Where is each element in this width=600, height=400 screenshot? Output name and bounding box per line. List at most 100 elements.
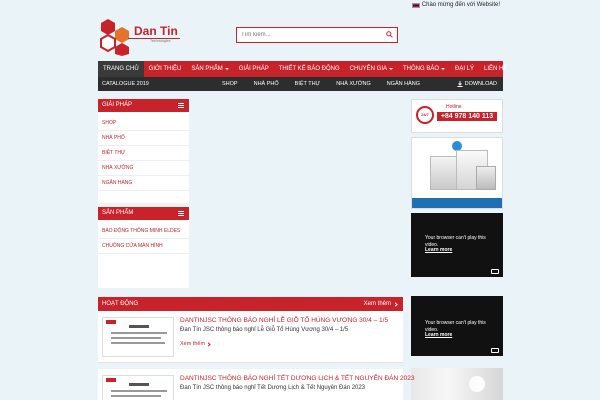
search-icon[interactable] <box>386 31 393 38</box>
menu-icon[interactable] <box>178 211 184 216</box>
view-more-label: Xem thêm <box>363 301 391 307</box>
right-sidebar: 24/7 Hotline +84 978 140 113 Your browse… <box>411 99 503 277</box>
main-nav: Trang chủ Giới thiệu Sản phẩm Giải pháp … <box>98 61 507 77</box>
thumbnail-heading <box>129 325 149 328</box>
product-image <box>476 166 496 190</box>
support-247-icon: 24/7 <box>416 106 434 124</box>
video-error-line: Your browser can't play this <box>425 235 486 241</box>
nav-item-chuyen-gia[interactable]: Chuyên gia <box>345 61 398 77</box>
learn-more-link[interactable]: Learn more <box>425 247 452 253</box>
hexagon-logo-icon <box>100 19 129 56</box>
products-panel: Sản phẩm Báo động thông minh Eldes Chuôn… <box>98 207 189 288</box>
sidebar-item-eldes[interactable]: Báo động thông minh Eldes <box>98 224 189 239</box>
read-more-label: Xem thêm <box>180 341 206 347</box>
video-player-2[interactable]: Your browser can't play this video. Lear… <box>411 296 503 356</box>
nav-label: Trang chủ <box>103 66 139 72</box>
nav-item-thiet-ke-bao-dong[interactable]: Thiết kế báo động <box>274 61 345 77</box>
interior-banner-image[interactable] <box>411 368 503 400</box>
nav-label: Giải pháp <box>238 66 269 72</box>
hotline-number: +84 978 140 113 <box>437 112 497 121</box>
activity-header: Hoạt động Xem thêm <box>98 297 403 311</box>
thumbnail-logo <box>106 378 116 382</box>
section-title: Hoạt động <box>102 301 139 307</box>
news-title[interactable]: DANTINJSC THÔNG BÁO NGHỈ LỄ GIỖ TỔ HÙNG … <box>180 317 388 324</box>
product-banner-strip <box>412 198 502 208</box>
download-link[interactable]: DOWNLOAD <box>457 81 497 87</box>
news-thumbnail[interactable] <box>102 317 174 357</box>
subnav-link-ngan-hang[interactable]: NGÂN HÀNG <box>379 81 428 87</box>
welcome-message: Chào mừng đến với Website! <box>411 2 500 8</box>
news-read-more[interactable]: Xem thêm <box>180 341 211 347</box>
left-sidebar: Giải pháp Shop Nhà phố Biệt thự Nhà xưởn… <box>98 99 189 292</box>
chevron-down-icon <box>224 68 229 70</box>
sidebar-item-nha-xuong[interactable]: Nhà xưởng <box>98 161 189 176</box>
youtube-icon[interactable] <box>491 348 499 353</box>
chevron-right-icon <box>206 341 211 347</box>
subnav-link-nha-xuong[interactable]: NHÀ XƯỞNG <box>328 81 378 87</box>
welcome-text: Chào mừng đến với Website! <box>421 2 500 8</box>
solutions-header[interactable]: Giải pháp <box>98 99 189 112</box>
nav-item-dai-ly[interactable]: Đại lý <box>450 61 479 77</box>
thumbnail-heading <box>129 383 149 386</box>
search-input[interactable] <box>237 28 377 42</box>
nav-label: Thiết kế báo động <box>278 66 340 72</box>
nav-label: Liên hệ <box>484 66 508 72</box>
download-icon <box>457 81 463 87</box>
catalogue-link[interactable]: CATALOGUE 2019 <box>102 81 149 87</box>
solutions-panel: Giải pháp Shop Nhà phố Biệt thự Nhà xưởn… <box>98 99 189 203</box>
thumbnail-text <box>111 395 161 397</box>
search-box <box>236 27 398 43</box>
subnav-link-biet-thu[interactable]: BIỆT THỰ <box>287 81 329 87</box>
sub-nav: CATALOGUE 2019 SHOP NHÀ PHỐ BIỆT THỰ NHÀ… <box>98 77 503 91</box>
sidebar-item-chuong-cua[interactable]: Chuông cửa màn hình <box>98 239 189 254</box>
download-label: DOWNLOAD <box>464 81 497 87</box>
brand-name: Dan Tin <box>134 24 178 38</box>
subnav-link-nha-pho[interactable]: NHÀ PHỐ <box>246 81 287 87</box>
products-header[interactable]: Sản phẩm <box>98 207 189 220</box>
nav-item-giai-phap[interactable]: Giải pháp <box>234 61 274 77</box>
subnav-link-shop[interactable]: SHOP <box>214 81 246 87</box>
thumbnail-logo <box>106 320 116 324</box>
news-description: Đan Tín JSC thông báo nghỉ Tết Dương Lịc… <box>180 385 366 391</box>
uk-flag-icon[interactable] <box>411 2 420 8</box>
logo[interactable]: Dan Tin Technologies <box>98 18 188 58</box>
nav-label: Thông báo <box>403 66 440 72</box>
news-title[interactable]: DANTINJSC THÔNG BÁO NGHỈ TẾT DƯƠNG LỊCH … <box>180 375 414 382</box>
youtube-icon[interactable] <box>491 269 499 274</box>
hotline-label: Hotline <box>446 104 462 110</box>
nav-label: Đại lý <box>455 66 475 72</box>
solutions-list: Shop Nhà phố Biệt thự Nhà xưởng Ngân hàn… <box>98 112 189 203</box>
sidebar-item-biet-thu[interactable]: Biệt thự <box>98 146 189 161</box>
brand-tagline: Technologies <box>150 39 171 43</box>
menu-icon[interactable] <box>178 103 184 108</box>
nav-item-gioi-thieu[interactable]: Giới thiệu <box>144 61 187 77</box>
panel-title: Sản phẩm <box>102 210 134 216</box>
nav-item-san-pham[interactable]: Sản phẩm <box>186 61 233 77</box>
nav-label: Giới thiệu <box>148 66 182 72</box>
subnav-links: SHOP NHÀ PHỐ BIỆT THỰ NHÀ XƯỞNG NGÂN HÀN… <box>214 81 428 87</box>
video-player[interactable]: Your browser can't play this video. Lear… <box>411 213 503 277</box>
sidebar-item-ngan-hang[interactable]: Ngân hàng <box>98 176 189 191</box>
news-description: Đan Tín JSC thông báo nghỉ Lễ Giỗ Tổ Hùn… <box>180 327 349 333</box>
nav-item-trang-chu[interactable]: Trang chủ <box>98 61 144 77</box>
header: Dan Tin Technologies <box>98 14 500 60</box>
nav-label: Sản phẩm <box>191 66 223 72</box>
view-more-link[interactable]: Xem thêm <box>363 297 398 311</box>
chevron-down-icon <box>389 68 393 70</box>
news-thumbnail[interactable] <box>102 375 174 400</box>
learn-more-link[interactable]: Learn more <box>425 332 452 338</box>
activity-section: Hoạt động Xem thêm DANTINJSC THÔNG BÁO N… <box>98 297 414 400</box>
hotline-banner[interactable]: 24/7 Hotline +84 978 140 113 <box>411 99 503 133</box>
nav-item-lien-he[interactable]: Liên hệ <box>479 61 512 77</box>
thumbnail-text <box>111 390 167 392</box>
sidebar-item-shop[interactable]: Shop <box>98 116 189 131</box>
sidebar-item-nha-pho[interactable]: Nhà phố <box>98 131 189 146</box>
chevron-down-icon <box>441 68 446 70</box>
nav-item-thong-bao[interactable]: Thông báo <box>398 61 450 77</box>
news-item[interactable]: DANTINJSC THÔNG BÁO NGHỈ TẾT DƯƠNG LỊCH … <box>98 369 414 400</box>
lamp-image <box>469 376 485 392</box>
news-item[interactable]: DANTINJSC THÔNG BÁO NGHỈ LỄ GIỖ TỔ HÙNG … <box>98 311 403 363</box>
nav-label: Chuyên gia <box>349 66 387 72</box>
thumbnail-text <box>111 337 161 339</box>
product-banner[interactable] <box>411 137 503 209</box>
